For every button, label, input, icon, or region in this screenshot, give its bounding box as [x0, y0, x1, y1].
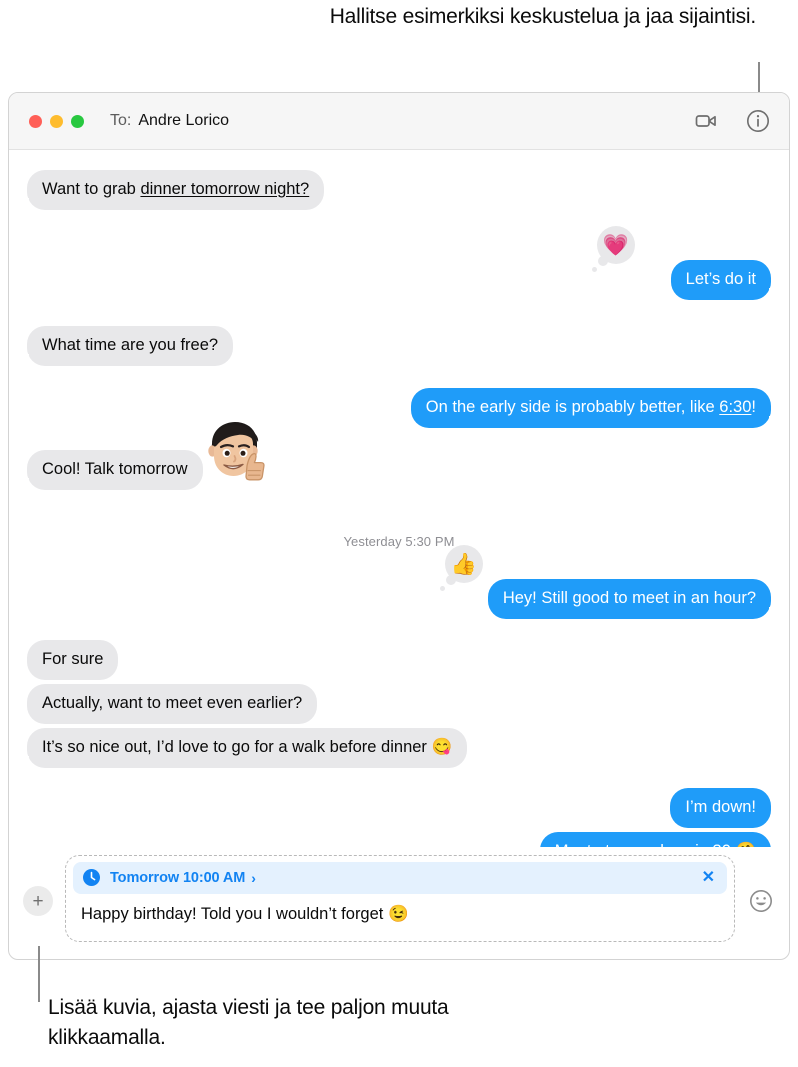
message-row: Meet at your place in 30 🤗: [27, 832, 771, 847]
message-bubble-incoming[interactable]: Actually, want to meet even earlier?: [27, 684, 318, 724]
message-text: What time are you free?: [42, 336, 219, 354]
message-transcript[interactable]: Want to grab dinner tomorrow night? 💗 Le…: [9, 150, 789, 847]
compose-row: + Tomorrow 10:00 AM › ✕ Happy birthday! …: [9, 847, 789, 959]
message-compose-box[interactable]: Tomorrow 10:00 AM › ✕ Happy birthday! To…: [65, 854, 735, 942]
callout-top-text: Hallitse esimerkiksi keskustelua ja jaa …: [329, 5, 756, 28]
message-bubble-outgoing[interactable]: I’m down!: [670, 788, 771, 828]
message-bubble-outgoing[interactable]: Let’s do it: [670, 260, 781, 300]
to-label: To:: [110, 112, 132, 129]
recipient-field[interactable]: To: Andre Lorico: [110, 112, 229, 130]
message-row: 👍 Hey! Still good to meet in an hour?: [27, 545, 781, 619]
message-text: Cool! Talk tomorrow: [42, 460, 188, 478]
timestamp-divider: Yesterday 5:30 PM: [343, 534, 455, 549]
minimize-window-button[interactable]: [50, 114, 63, 128]
message-row: On the early side is probably better, li…: [27, 388, 781, 428]
message-row: For sure: [27, 640, 771, 680]
message-text: Let’s do it: [685, 270, 756, 288]
message-row: What time are you free?: [17, 326, 771, 366]
message-text: Meet at your place in 30 🤗: [555, 842, 756, 847]
traffic-light-group: [29, 114, 84, 128]
scheduled-time-label: Tomorrow 10:00 AM: [110, 869, 246, 886]
message-row: 💗 Let’s do it: [27, 226, 781, 300]
message-text: Actually, want to meet even earlier?: [42, 694, 303, 712]
message-bubble-outgoing[interactable]: On the early side is probably better, li…: [410, 388, 781, 428]
plus-icon: +: [32, 890, 44, 912]
message-text: On the early side is probably better, li…: [425, 398, 720, 416]
message-text: Want to grab: [42, 180, 141, 198]
message-link-time[interactable]: 6:30: [719, 398, 751, 416]
message-row: Cool! Talk tomorrow: [18, 422, 771, 490]
close-icon[interactable]: ✕: [702, 869, 715, 886]
scheduled-send-banner[interactable]: Tomorrow 10:00 AM › ✕: [73, 861, 727, 894]
messages-window: To: Andre Lorico Want to grab dinner tom…: [8, 92, 790, 960]
message-row: It’s so nice out, I’d love to go for a w…: [17, 728, 771, 768]
window-titlebar: To: Andre Lorico: [9, 93, 789, 150]
message-text: I’m down!: [685, 798, 756, 816]
message-text: Hey! Still good to meet in an hour?: [502, 589, 756, 607]
message-draft-text[interactable]: Happy birthday! Told you I wouldn’t forg…: [73, 894, 727, 934]
message-text-suffix: !: [751, 398, 756, 416]
chevron-right-icon[interactable]: ›: [251, 870, 256, 886]
tapback-heart[interactable]: 💗: [592, 226, 635, 272]
message-bubble-incoming[interactable]: Cool! Talk tomorrow: [18, 422, 265, 490]
clock-icon: [83, 869, 100, 886]
tapback-thumbs-up[interactable]: 👍: [440, 545, 483, 591]
tapback-emoji: 💗: [602, 233, 630, 257]
message-bubble-outgoing[interactable]: Meet at your place in 30 🤗: [539, 832, 771, 847]
recipient-name: Andre Lorico: [138, 112, 230, 129]
message-bubble-incoming[interactable]: For sure: [27, 640, 119, 680]
message-row: I’m down!: [27, 788, 771, 828]
message-bubble-incoming[interactable]: What time are you free?: [17, 326, 234, 366]
message-bubble-incoming[interactable]: It’s so nice out, I’d love to go for a w…: [17, 728, 468, 768]
message-bubble-outgoing[interactable]: Hey! Still good to meet in an hour?: [487, 579, 781, 619]
memoji-thumbs-up-sticker[interactable]: [197, 418, 271, 492]
tapback-emoji: 👍: [450, 552, 478, 576]
message-row: Actually, want to meet even earlier?: [27, 684, 771, 724]
message-link-dinner[interactable]: dinner tomorrow night?: [140, 180, 309, 198]
maximize-window-button[interactable]: [71, 114, 84, 128]
video-camera-icon[interactable]: [693, 108, 719, 134]
message-text: It’s so nice out, I’d love to go for a w…: [42, 738, 453, 756]
info-circle-icon[interactable]: [745, 108, 771, 134]
callout-bottom-text: Lisää kuvia, ajasta viesti ja tee paljon…: [48, 996, 449, 1049]
message-bubble-incoming[interactable]: Want to grab dinner tomorrow night?: [17, 170, 325, 210]
message-text: For sure: [42, 650, 104, 668]
add-attachment-button[interactable]: +: [23, 886, 53, 916]
close-window-button[interactable]: [29, 114, 42, 128]
titlebar-actions: [693, 108, 771, 134]
callout-bottom-leader-line: [38, 946, 40, 1002]
message-row: Want to grab dinner tomorrow night?: [17, 170, 771, 210]
smiley-face-icon[interactable]: [747, 887, 775, 915]
